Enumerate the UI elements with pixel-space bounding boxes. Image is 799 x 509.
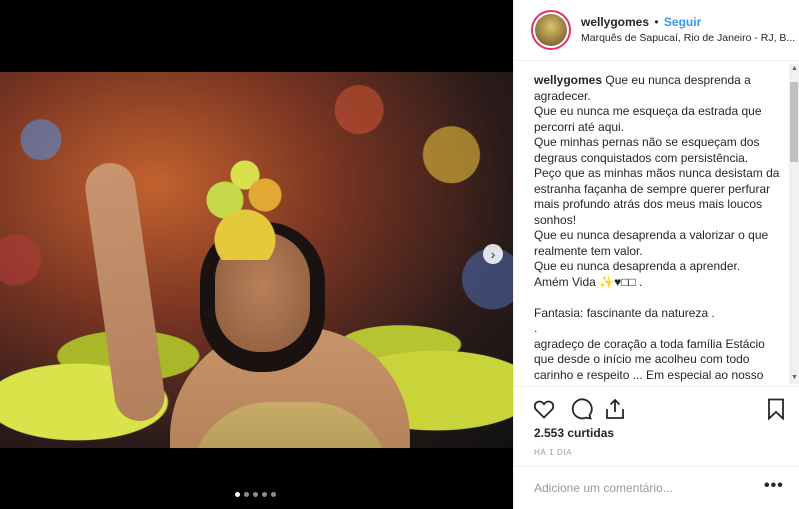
post-time[interactable]: HÁ 1 DIA <box>534 448 572 457</box>
carousel-dot[interactable] <box>271 492 276 497</box>
caption-line: . <box>534 321 538 335</box>
carousel-dot[interactable] <box>244 492 249 497</box>
avatar[interactable] <box>531 10 571 50</box>
caption-line: Que eu nunca desaprenda a valorizar o qu… <box>534 228 769 258</box>
caption-line: Peço que as minhas mãos nunca desistam d… <box>534 166 780 227</box>
post-header: wellygomes • Seguir Marquês de Sapucaí, … <box>514 0 799 61</box>
post-photo[interactable] <box>0 72 513 448</box>
separator-dot: • <box>654 15 659 29</box>
comment-input[interactable]: Adicione um comentário... <box>534 481 673 495</box>
caption-username[interactable]: wellygomes <box>534 73 602 87</box>
scroll-down-arrow-icon[interactable]: ▼ <box>791 374 798 381</box>
caption-line: Que eu nunca me esqueça da estrada que p… <box>534 104 762 134</box>
avatar-image <box>535 14 567 46</box>
caption-line: Amém Vida ✨♥□□ . <box>534 274 643 289</box>
heart-icon[interactable] <box>532 397 556 421</box>
caption-blank-line <box>534 290 786 306</box>
follow-button[interactable]: Seguir <box>664 15 701 29</box>
next-image-button[interactable]: › <box>483 244 503 264</box>
caption-line: agradeço de coração a toda família Estác… <box>534 336 765 382</box>
carousel-dot[interactable] <box>262 492 267 497</box>
post-side-panel: wellygomes • Seguir Marquês de Sapucaí, … <box>513 0 799 509</box>
comment-icon[interactable] <box>569 397 593 421</box>
carousel-dot[interactable] <box>235 492 240 497</box>
caption: wellygomes Que eu nunca desprenda a agra… <box>534 73 786 385</box>
likes-count[interactable]: 2.553 curtidas <box>534 426 614 440</box>
carousel-dot[interactable] <box>253 492 258 497</box>
header-text: wellygomes • Seguir Marquês de Sapucaí, … <box>581 14 799 46</box>
scroll-up-arrow-icon[interactable]: ▲ <box>791 65 798 72</box>
comment-bar: Adicione um comentário... ••• <box>514 466 799 509</box>
caption-line: Que eu nunca desaprenda a aprender. <box>534 259 741 273</box>
post-modal: › wellygomes • Seguir Marquês de Sapucaí… <box>0 0 799 509</box>
share-icon[interactable] <box>603 397 627 421</box>
username-link[interactable]: wellygomes <box>581 15 649 29</box>
more-options-icon[interactable]: ••• <box>764 477 784 495</box>
caption-line: Que minhas pernas não se esqueçam dos de… <box>534 135 760 165</box>
action-bar <box>514 386 799 430</box>
bookmark-icon[interactable] <box>764 397 788 421</box>
post-media: › <box>0 0 513 509</box>
caption-line: Fantasia: fascinante da natureza . <box>534 305 715 320</box>
scrollbar-thumb[interactable] <box>790 82 798 162</box>
carousel-dots <box>235 492 276 497</box>
location-link[interactable]: Marquês de Sapucaí, Rio de Janeiro - RJ,… <box>581 30 799 46</box>
headdress <box>195 160 295 260</box>
